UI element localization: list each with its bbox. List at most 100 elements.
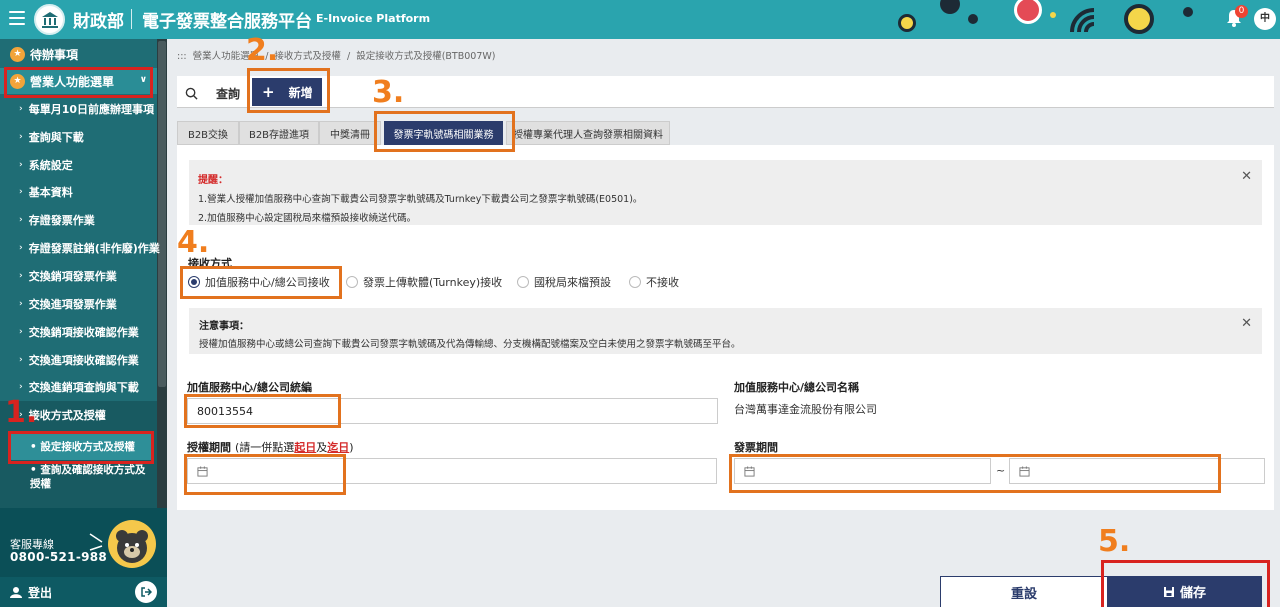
reminder-box: 提醒： 1.營業人授權加值服務中心查詢下載貴公司發票字軌號碼及Turnkey下載… xyxy=(189,160,1262,225)
sidebar-item[interactable]: › 基本資料 xyxy=(0,178,157,206)
breadcrumb-prefix: ::: xyxy=(177,51,187,62)
decor-dot-icon xyxy=(1183,7,1193,17)
tab-add[interactable]: + 新增 xyxy=(252,78,322,106)
plus-icon: + xyxy=(262,83,275,101)
sidebar-item-pending[interactable]: ★ 待辦事項 xyxy=(0,41,157,67)
wifi-icon xyxy=(1070,8,1095,33)
sidebar-item-label: 交換進項接收確認作業 xyxy=(28,354,139,367)
radio-value-center[interactable]: 加值服務中心/總公司接收 xyxy=(188,274,330,290)
save-button[interactable]: 儲存 xyxy=(1107,576,1262,607)
chevron-right-icon: › xyxy=(19,187,23,197)
sidebar-item[interactable]: › 交換銷項接收確認作業 xyxy=(0,318,157,346)
sidebar-item[interactable]: › 交換進項接收確認作業 xyxy=(0,346,157,374)
chevron-down-icon: ∨ xyxy=(139,75,147,85)
close-icon[interactable]: ✕ xyxy=(1241,169,1252,184)
chevron-right-icon: › xyxy=(19,160,23,170)
step-number-1: 1. xyxy=(5,395,38,430)
sidebar-subitem-label: 設定接收方式及授權 xyxy=(40,441,135,453)
auth-period-hint: (請一併點選起日及迄日) xyxy=(235,441,354,454)
radio-checked-icon xyxy=(188,276,200,288)
sidebar-item-label: 營業人功能選單 xyxy=(30,74,115,89)
notice-body: 授權加值服務中心或總公司查詢下載貴公司發票字軌號碼及代為傳輸總、分支機構配號檔案… xyxy=(199,339,741,350)
reset-button[interactable]: 重設 xyxy=(940,576,1108,607)
radio-label: 不接收 xyxy=(646,276,679,289)
menu-icon[interactable] xyxy=(9,11,25,25)
mode-bar: 查詢 + 新增 xyxy=(177,76,1274,108)
sidebar-item-label: 待辦事項 xyxy=(30,47,79,62)
sidebar-item-label: 查詢與下載 xyxy=(28,131,84,144)
chevron-right-icon: › xyxy=(19,243,23,253)
reminder-line: 1.營業人授權加值服務中心查詢下載貴公司發票字軌號碼及Turnkey下載貴公司之… xyxy=(198,194,643,205)
chevron-right-icon: › xyxy=(19,382,23,392)
logout-button[interactable]: 登出 xyxy=(0,577,167,607)
sidebar-subitem-query-receive-auth[interactable]: • 查詢及確認接收方式及授權 xyxy=(30,463,155,491)
sidebar-item-business-menu[interactable]: ★ 營業人功能選單 ∨ xyxy=(0,68,157,94)
sidebar-item[interactable]: › 系統設定 xyxy=(0,151,157,179)
sidebar-item[interactable]: › 交換銷項發票作業 xyxy=(0,262,157,290)
accent-lines-icon xyxy=(89,533,103,551)
auth-period-label-text: 授權期間 xyxy=(187,441,231,454)
vat-number-input[interactable]: 80013554 xyxy=(187,398,718,424)
radio-unchecked-icon xyxy=(517,276,529,288)
tab-query[interactable]: 查詢 xyxy=(185,82,240,104)
ministry-name[interactable]: 財政部 xyxy=(73,7,124,32)
decor-coin-icon xyxy=(898,14,916,32)
sidebar-subitem-set-receive-auth[interactable]: • 設定接收方式及授權 xyxy=(10,432,153,460)
radio-label: 加值服務中心/總公司接收 xyxy=(205,276,330,289)
sidebar-subitem-label: 查詢及確認接收方式及授權 xyxy=(30,464,146,490)
title-divider xyxy=(131,9,132,29)
user-avatar[interactable]: 中 xyxy=(1254,8,1276,30)
radio-tax-bureau-default[interactable]: 國稅局來檔預設 xyxy=(517,274,611,290)
sidebar-item[interactable]: › 每單月10日前應辦理事項 xyxy=(0,95,157,123)
logout-exit-icon[interactable] xyxy=(135,581,157,603)
radio-not-receive[interactable]: 不接收 xyxy=(629,274,679,290)
radio-label: 發票上傳軟體(Turnkey)接收 xyxy=(363,276,503,289)
platform-title[interactable]: 電子發票整合服務平台 xyxy=(142,7,312,32)
decor-receipt-icon xyxy=(1014,0,1042,24)
sidebar-item[interactable]: › 查詢與下載 xyxy=(0,123,157,151)
tab-query-label: 查詢 xyxy=(216,86,241,101)
mascot-bear-icon xyxy=(108,520,156,568)
user-icon xyxy=(10,587,22,598)
close-icon[interactable]: ✕ xyxy=(1241,316,1252,331)
tab-invoice-number-business[interactable]: 發票字軌號碼相關業務 xyxy=(384,121,503,145)
sidebar-item-label: 存證發票作業 xyxy=(28,214,95,227)
invoice-period-start-input[interactable] xyxy=(734,458,991,484)
invoice-period-end-input[interactable] xyxy=(1009,458,1265,484)
sidebar-item-label: 系統設定 xyxy=(28,159,73,172)
logout-label: 登出 xyxy=(28,585,53,600)
step-number-3: 3. xyxy=(372,75,405,110)
sidebar-item-label: 存證發票註銷(非作廢)作業 xyxy=(28,242,160,255)
breadcrumb-item[interactable]: 接收方式及授權 xyxy=(274,51,341,62)
tab-b2b-cert-input[interactable]: B2B存證進項 xyxy=(239,121,319,145)
sidebar-item-label: 每單月10日前應辦理事項 xyxy=(28,103,155,116)
sidebar-scrollbar-thumb[interactable] xyxy=(158,41,166,387)
tab-winning-list[interactable]: 中獎清冊 xyxy=(319,121,381,145)
sidebar: ★ 待辦事項 ★ 營業人功能選單 ∨ › 每單月10日前應辦理事項 › 查詢與下載 … xyxy=(0,39,167,607)
ministry-logo[interactable] xyxy=(34,4,65,35)
radio-turnkey[interactable]: 發票上傳軟體(Turnkey)接收 xyxy=(346,274,502,290)
notice-box: 注意事項： 授權加值服務中心或總公司查詢下載貴公司發票字軌號碼及代為傳輸總、分支… xyxy=(189,308,1262,354)
ministry-emblem-icon xyxy=(41,11,58,28)
chevron-right-icon: › xyxy=(19,215,23,225)
chevron-right-icon: › xyxy=(19,132,23,142)
hint-text: 及 xyxy=(316,441,328,454)
notification-badge: 0 xyxy=(1235,5,1248,18)
radio-label: 國稅局來檔預設 xyxy=(534,276,611,289)
top-bar: 財政部 電子發票整合服務平台 E-Invoice Platform 0 中 xyxy=(0,0,1280,39)
step-number-2: 2. xyxy=(246,33,279,68)
hint-text: (請一併點選 xyxy=(235,441,295,454)
breadcrumb-separator: / xyxy=(346,51,351,62)
sidebar-item-label: 基本資料 xyxy=(28,186,73,199)
calendar-icon xyxy=(744,465,755,477)
sidebar-item[interactable]: › 存證發票註銷(非作廢)作業 xyxy=(0,234,160,262)
sidebar-item[interactable]: › 交換進項發票作業 xyxy=(0,290,157,318)
sidebar-item[interactable]: › 存證發票作業 xyxy=(0,206,157,234)
company-name-label: 加值服務中心/總公司名稱 xyxy=(734,381,860,394)
breadcrumb: ::: 營業人功能選單 / 接收方式及授權 / 設定接收方式及授權(BTB007… xyxy=(177,48,498,62)
tab-b2b-exchange[interactable]: B2B交換 xyxy=(177,121,239,145)
notice-title: 注意事項： xyxy=(199,321,249,332)
sidebar-item-label: 交換銷項接收確認作業 xyxy=(28,326,139,339)
auth-period-input[interactable] xyxy=(187,458,717,484)
tab-agent-authorization[interactable]: 授權專業代理人查詢發票相關資料 xyxy=(506,121,670,145)
